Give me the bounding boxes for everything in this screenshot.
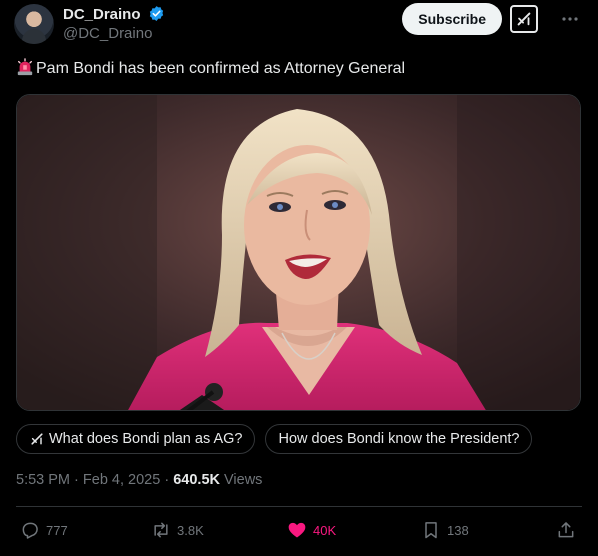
meta-separator: · <box>74 472 79 488</box>
share-icon <box>558 522 574 538</box>
grok-suggestion-label: What does Bondi plan as AG? <box>49 431 243 447</box>
more-options-button[interactable] <box>558 9 582 29</box>
more-icon <box>562 17 578 21</box>
grok-suggestions: What does Bondi plan as AG? How does Bon… <box>16 424 533 454</box>
tweet-text: Pam Bondi has been confirmed as Attorney… <box>16 58 582 80</box>
grok-suggestion-chip[interactable]: How does Bondi know the President? <box>265 424 533 454</box>
repost-icon <box>154 522 168 538</box>
reply-button[interactable]: 777 <box>20 517 68 543</box>
grok-button[interactable] <box>510 5 538 33</box>
divider <box>16 506 582 507</box>
bookmark-button[interactable]: 138 <box>421 517 469 543</box>
tweet-body-text: Pam Bondi has been confirmed as Attorney… <box>36 60 406 77</box>
grok-suggestion-chip[interactable]: What does Bondi plan as AG? <box>16 424 256 454</box>
subscribe-button[interactable]: Subscribe <box>402 3 502 35</box>
like-count: 40K <box>313 522 337 538</box>
tweet-time[interactable]: 5:53 PM <box>16 472 70 488</box>
tweet-photo[interactable] <box>16 94 581 411</box>
author-display-name[interactable]: DC_Draino <box>63 6 141 24</box>
tweet-header: DC_Draino @DC_Draino Subscribe <box>14 3 584 44</box>
repost-count: 3.8K <box>177 522 204 538</box>
grok-suggestion-label: How does Bondi know the President? <box>278 431 520 447</box>
bookmark-count: 138 <box>447 522 469 538</box>
verified-badge-icon <box>149 6 164 21</box>
author-avatar[interactable] <box>14 4 54 44</box>
tweet-meta: 5:53 PM · Feb 4, 2025 · 640.5K Views <box>16 471 262 489</box>
tweet-actions: 777 3.8K 40K 138 <box>16 517 582 543</box>
photo-illustration <box>17 95 580 410</box>
views-label: Views <box>224 472 263 488</box>
tweet-date[interactable]: Feb 4, 2025 <box>83 472 160 488</box>
reply-count: 777 <box>46 522 68 538</box>
meta-separator: · <box>164 472 170 488</box>
reply-icon <box>22 522 38 539</box>
repost-button[interactable]: 3.8K <box>151 517 204 543</box>
heart-icon <box>288 522 306 538</box>
bookmark-icon <box>425 522 437 539</box>
like-button[interactable]: 40K <box>287 517 336 543</box>
author-name-block: DC_Draino @DC_Draino <box>63 5 165 44</box>
author-handle[interactable]: @DC_Draino <box>63 24 165 44</box>
siren-emoji-icon <box>17 58 33 76</box>
grok-icon <box>517 12 531 26</box>
grok-icon <box>31 433 43 445</box>
share-button[interactable] <box>556 517 582 543</box>
views-count: 640.5K <box>173 472 220 488</box>
